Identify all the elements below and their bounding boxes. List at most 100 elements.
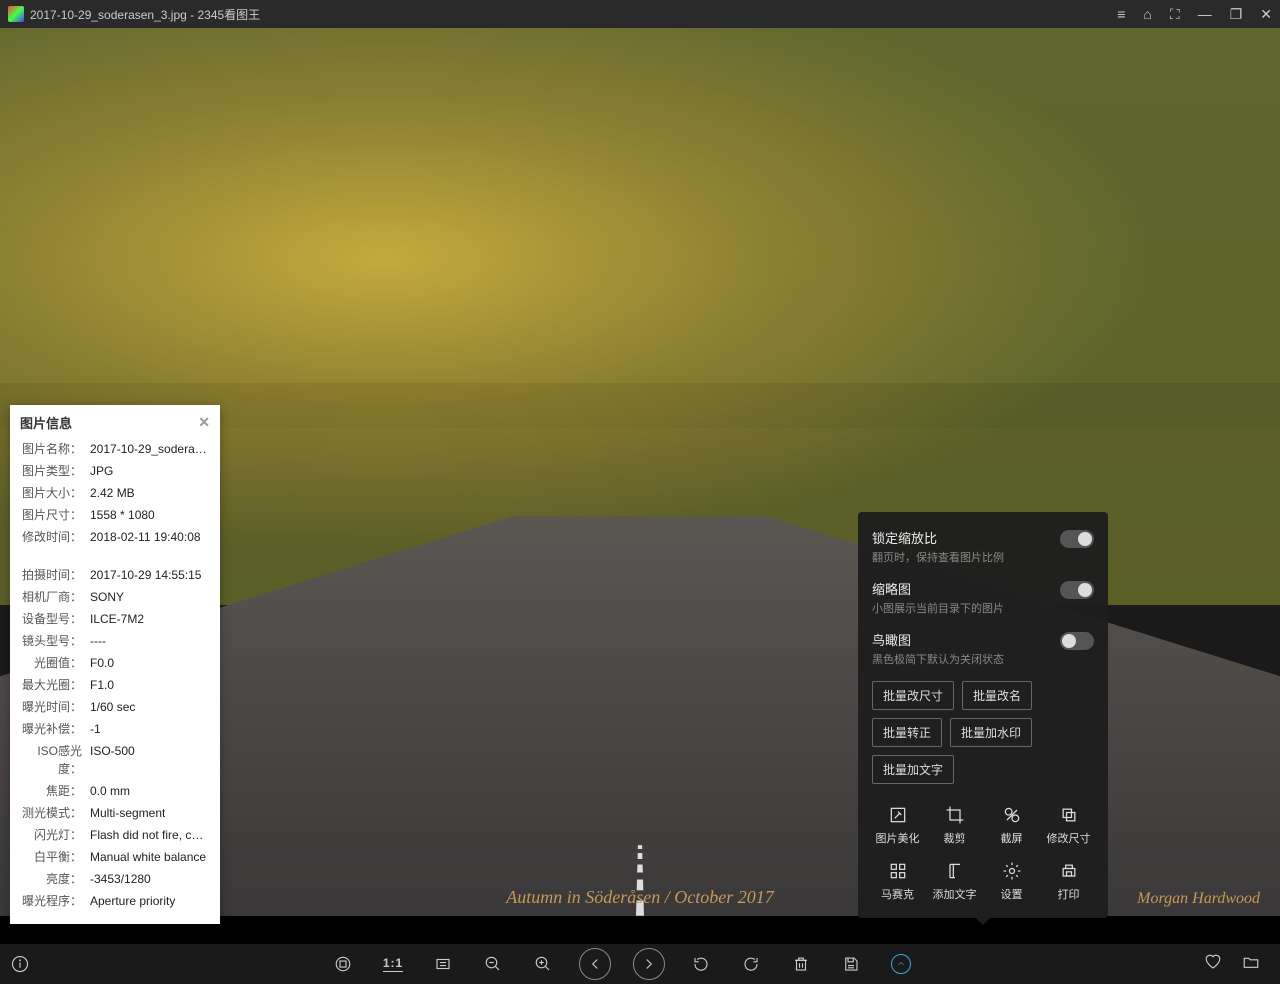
actual-size-icon[interactable]: 1:1 — [379, 950, 407, 978]
fit-window-icon[interactable] — [329, 950, 357, 978]
info-row: 曝光补偿： -1 — [20, 720, 210, 738]
tool-icon — [1001, 804, 1023, 826]
toggle-desc: 黑色极简下默认为关闭状态 — [872, 651, 1004, 667]
rotate-left-icon[interactable] — [687, 950, 715, 978]
info-row: ISO感光度：ISO-500 — [20, 742, 210, 778]
delete-icon[interactable] — [787, 950, 815, 978]
info-row: 镜头型号： ---- — [20, 632, 210, 650]
info-value: -1 — [90, 720, 101, 738]
rotate-right-icon[interactable] — [737, 950, 765, 978]
titlebar: 2017-10-29_soderasen_3.jpg - 2345看图王 ≡ ⌂… — [0, 0, 1280, 28]
info-panel-title: 图片信息 — [20, 413, 72, 432]
info-row: 白平衡：Manual white balance — [20, 848, 210, 866]
more-tools-icon[interactable] — [887, 950, 915, 978]
toggle-title: 鸟瞰图 — [872, 630, 1004, 649]
info-label: 图片名称： — [20, 440, 82, 458]
minimize-icon[interactable]: — — [1198, 6, 1212, 23]
next-button[interactable] — [633, 948, 665, 980]
batch-button[interactable]: 批量加文字 — [872, 755, 954, 784]
tool-item[interactable]: 马赛克 — [872, 856, 923, 906]
toggle-switch[interactable] — [1060, 632, 1094, 650]
info-value: 2017-10-29_soderasen_3 — [90, 440, 210, 458]
tool-item[interactable]: 设置 — [986, 856, 1037, 906]
tool-label: 图片美化 — [876, 830, 920, 846]
info-row: 曝光程序：Aperture priority — [20, 892, 210, 910]
info-value: F1.0 — [90, 676, 114, 694]
save-icon[interactable] — [837, 950, 865, 978]
info-row: 亮度： -3453/1280 — [20, 870, 210, 888]
batch-button[interactable]: 批量改尺寸 — [872, 681, 954, 710]
folder-icon[interactable] — [1242, 953, 1260, 976]
tool-item[interactable]: 截屏 — [986, 800, 1037, 850]
tool-icon — [887, 860, 909, 882]
toggle-desc: 小图展示当前目录下的图片 — [872, 600, 1004, 616]
info-label: 修改时间： — [20, 528, 82, 546]
settings-popup: 锁定缩放比翻页时，保持查看图片比例 缩略图小图展示当前目录下的图片 鸟瞰图黑色极… — [858, 512, 1108, 918]
zoom-out-icon[interactable] — [479, 950, 507, 978]
info-row: 拍摄时间：2017-10-29 14:55:15 — [20, 566, 210, 584]
info-value: -3453/1280 — [90, 870, 151, 888]
toggle-switch[interactable] — [1060, 530, 1094, 548]
toggle-row: 缩略图小图展示当前目录下的图片 — [872, 579, 1094, 616]
tool-icon — [1058, 860, 1080, 882]
info-label: 曝光补偿： — [20, 720, 82, 738]
info-value: ---- — [90, 632, 106, 650]
info-label: 图片大小： — [20, 484, 82, 502]
window-controls: ≡ ⌂ ⛶ — ❐ ✕ — [1117, 6, 1272, 23]
info-value: 1558 * 1080 — [90, 506, 155, 524]
prev-button[interactable] — [579, 948, 611, 980]
toggle-title: 锁定缩放比 — [872, 528, 1004, 547]
info-row: 闪光灯： Flash did not fire, compul... — [20, 826, 210, 844]
batch-button[interactable]: 批量加水印 — [950, 718, 1032, 747]
batch-button[interactable]: 批量改名 — [962, 681, 1032, 710]
info-row: 焦距：0.0 mm — [20, 782, 210, 800]
tool-icon — [944, 860, 966, 882]
fit-icon[interactable] — [429, 950, 457, 978]
info-label: 图片类型： — [20, 462, 82, 480]
tool-label: 修改尺寸 — [1047, 830, 1091, 846]
info-value: 2017-10-29 14:55:15 — [90, 566, 201, 584]
info-value: JPG — [90, 462, 113, 480]
tool-item[interactable]: 裁剪 — [929, 800, 980, 850]
pin-icon[interactable]: ⌂ — [1143, 6, 1151, 23]
info-label: 光圈值： — [20, 654, 82, 672]
tool-item[interactable]: 修改尺寸 — [1043, 800, 1094, 850]
info-button[interactable] — [0, 955, 40, 973]
info-label: 测光模式： — [20, 804, 82, 822]
info-value: 2018-02-11 19:40:08 — [90, 528, 201, 546]
maximize-icon[interactable]: ❐ — [1230, 6, 1243, 23]
info-value: Aperture priority — [90, 892, 175, 910]
info-row: 光圈值：F0.0 — [20, 654, 210, 672]
tool-label: 设置 — [1001, 886, 1023, 902]
info-value: Flash did not fire, compul... — [90, 826, 210, 844]
close-icon[interactable]: ✕ — [1260, 6, 1272, 23]
window-title: 2017-10-29_soderasen_3.jpg - 2345看图王 — [30, 6, 1117, 23]
tool-item[interactable]: 图片美化 — [872, 800, 923, 850]
info-row: 相机厂商： SONY — [20, 588, 210, 606]
toggle-switch[interactable] — [1060, 581, 1094, 599]
fullscreen-icon[interactable]: ⛶ — [1170, 6, 1180, 23]
tool-icon — [1058, 804, 1080, 826]
tool-item[interactable]: 打印 — [1043, 856, 1094, 906]
tools-grid: 图片美化 裁剪 截屏 修改尺寸 马赛克 添加文字 设置 打印 — [872, 800, 1094, 906]
info-panel: 图片信息 ✕ 图片名称： 2017-10-29_soderasen_3 图片类型： J… — [10, 405, 220, 924]
info-value: ISO-500 — [90, 742, 135, 778]
info-value: ILCE-7M2 — [90, 610, 144, 628]
toggle-title: 缩略图 — [872, 579, 1004, 598]
info-row: 最大光圈：F1.0 — [20, 676, 210, 694]
tool-label: 添加文字 — [933, 886, 977, 902]
zoom-in-icon[interactable] — [529, 950, 557, 978]
info-close-icon[interactable]: ✕ — [198, 414, 210, 431]
info-value: SONY — [90, 588, 124, 606]
bottom-toolbar: 1:1 — [0, 944, 1280, 984]
tool-icon — [1001, 860, 1023, 882]
info-label: 闪光灯： — [20, 826, 82, 844]
info-label: 镜头型号： — [20, 632, 82, 650]
tool-item[interactable]: 添加文字 — [929, 856, 980, 906]
info-label: 相机厂商： — [20, 588, 82, 606]
menu-icon[interactable]: ≡ — [1117, 6, 1125, 23]
batch-button[interactable]: 批量转正 — [872, 718, 942, 747]
info-label: 亮度： — [20, 870, 82, 888]
info-row: 图片类型： JPG — [20, 462, 210, 480]
favorite-icon[interactable] — [1204, 953, 1222, 976]
